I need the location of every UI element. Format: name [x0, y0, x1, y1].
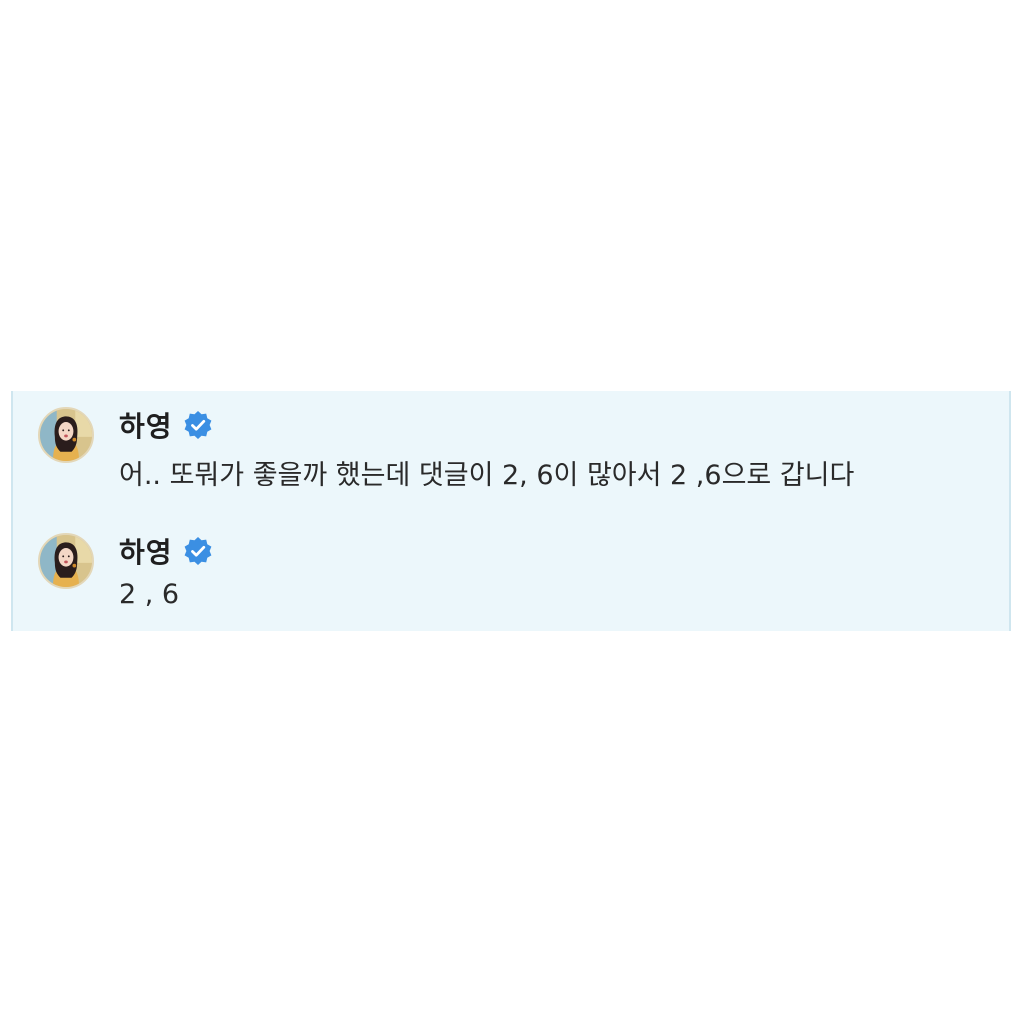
author-row: 하영	[119, 531, 213, 571]
message-text: 2 , 6	[119, 579, 180, 610]
author-name[interactable]: 하영	[119, 405, 173, 445]
avatar-photo-icon	[40, 409, 92, 461]
avatar[interactable]	[38, 533, 94, 589]
avatar[interactable]	[38, 407, 94, 463]
page: 하영 어.. 또뭐가 좋을까 했는데 댓글이 2, 6이 많아서 2 ,6으로 …	[0, 0, 1024, 1024]
verified-badge-icon	[184, 537, 211, 565]
avatar-photo-icon	[40, 535, 92, 587]
author-row: 하영	[119, 405, 213, 445]
verified-badge-icon	[184, 411, 211, 439]
author-name[interactable]: 하영	[119, 531, 173, 571]
message-text: 어.. 또뭐가 좋을까 했는데 댓글이 2, 6이 많아서 2 ,6으로 갑니다	[119, 460, 855, 491]
chat-panel: 하영 어.. 또뭐가 좋을까 했는데 댓글이 2, 6이 많아서 2 ,6으로 …	[11, 391, 1011, 631]
